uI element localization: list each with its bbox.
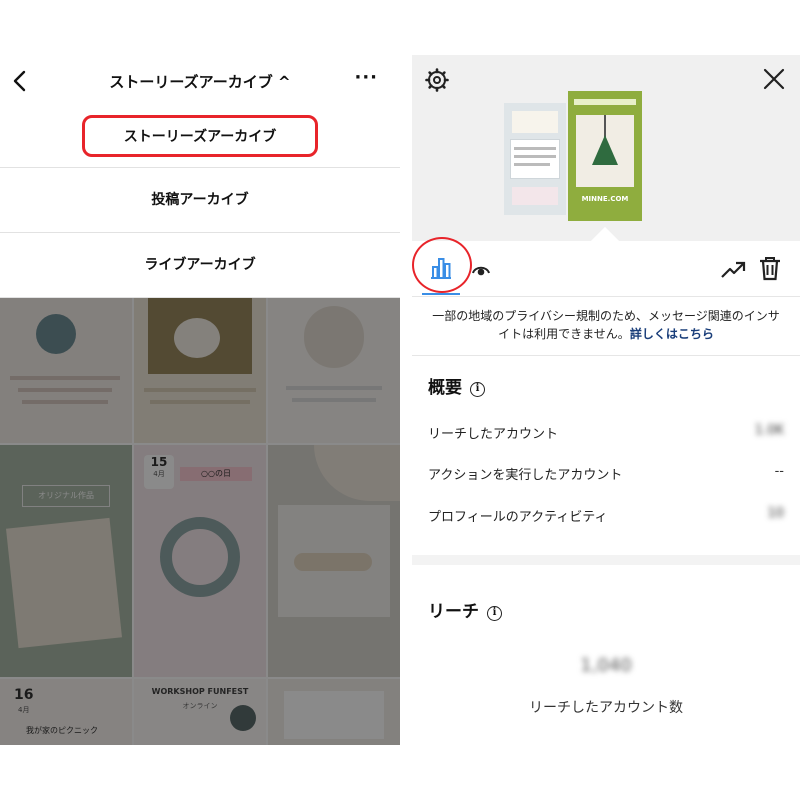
divider — [412, 355, 800, 356]
close-icon[interactable] — [762, 67, 786, 91]
story-insights-panel: MINNE.COM 一部の地域のプライバシー規制のため、メッセージ関連のインサイ… — [412, 55, 800, 745]
reach-heading: リーチ i — [428, 597, 502, 622]
more-icon[interactable]: ··· — [354, 67, 378, 88]
metric-value: 1.0K — [754, 423, 784, 438]
trend-icon[interactable] — [720, 257, 746, 281]
story-preview-area: MINNE.COM — [412, 55, 800, 256]
story-thumbnail-current[interactable]: MINNE.COM — [568, 91, 642, 221]
reach-label: リーチしたアカウント数 — [529, 700, 683, 716]
bar-chart-icon[interactable] — [428, 255, 454, 281]
highlight-box — [82, 115, 318, 157]
active-tab-indicator — [422, 293, 460, 295]
story-archive-panel: ストーリーズアーカイブ ^ ··· ストーリーズアーカイブ 投稿アーカイブ ライ… — [0, 55, 400, 745]
story-thumbnail[interactable] — [504, 103, 566, 215]
story-grid: オリジナル作品 15 4月 ○○の日 16 4月 我が家のピクニック WORKS… — [0, 297, 400, 745]
metric-row-profile[interactable]: プロフィールのアクティビティ 10 — [428, 506, 784, 525]
metric-label: アクションを実行したアカウント — [428, 468, 623, 483]
trash-icon[interactable] — [758, 255, 782, 281]
metric-value: -- — [774, 464, 784, 479]
reach-number: 1,040 — [580, 655, 632, 676]
metric-label: プロフィールのアクティビティ — [428, 510, 608, 525]
metric-row-reach[interactable]: リーチしたアカウント 1.0K — [428, 423, 784, 442]
menu-post-archive[interactable]: 投稿アーカイブ — [0, 167, 400, 231]
archive-title-dropdown[interactable]: ストーリーズアーカイブ ^ — [0, 71, 400, 92]
archive-header: ストーリーズアーカイブ ^ ··· — [0, 55, 400, 107]
overview-heading: 概要 i — [428, 373, 485, 398]
section-divider — [412, 555, 800, 565]
dim-overlay — [0, 298, 400, 745]
metric-value: 10 — [767, 506, 784, 521]
learn-more-link[interactable]: 詳しくはこちら — [630, 327, 714, 341]
privacy-notice: 一部の地域のプライバシー規制のため、メッセージ関連のインサイトは利用できません。… — [412, 307, 800, 343]
metric-label: リーチしたアカウント — [428, 427, 559, 442]
thumbnail-label: MINNE.COM — [581, 195, 629, 203]
eye-icon[interactable] — [470, 259, 492, 281]
insights-toolbar — [412, 237, 800, 297]
info-icon[interactable]: i — [487, 606, 502, 621]
gear-icon[interactable] — [424, 67, 450, 93]
reach-title: リーチ — [428, 602, 479, 622]
metric-row-actions[interactable]: アクションを実行したアカウント -- — [428, 464, 784, 483]
menu-live-archive[interactable]: ライブアーカイブ — [0, 232, 400, 296]
overview-title: 概要 — [428, 378, 462, 398]
notice-text: 一部の地域のプライバシー規制のため、メッセージ関連のインサイトは利用できません。 — [432, 309, 780, 341]
info-icon[interactable]: i — [470, 382, 485, 397]
